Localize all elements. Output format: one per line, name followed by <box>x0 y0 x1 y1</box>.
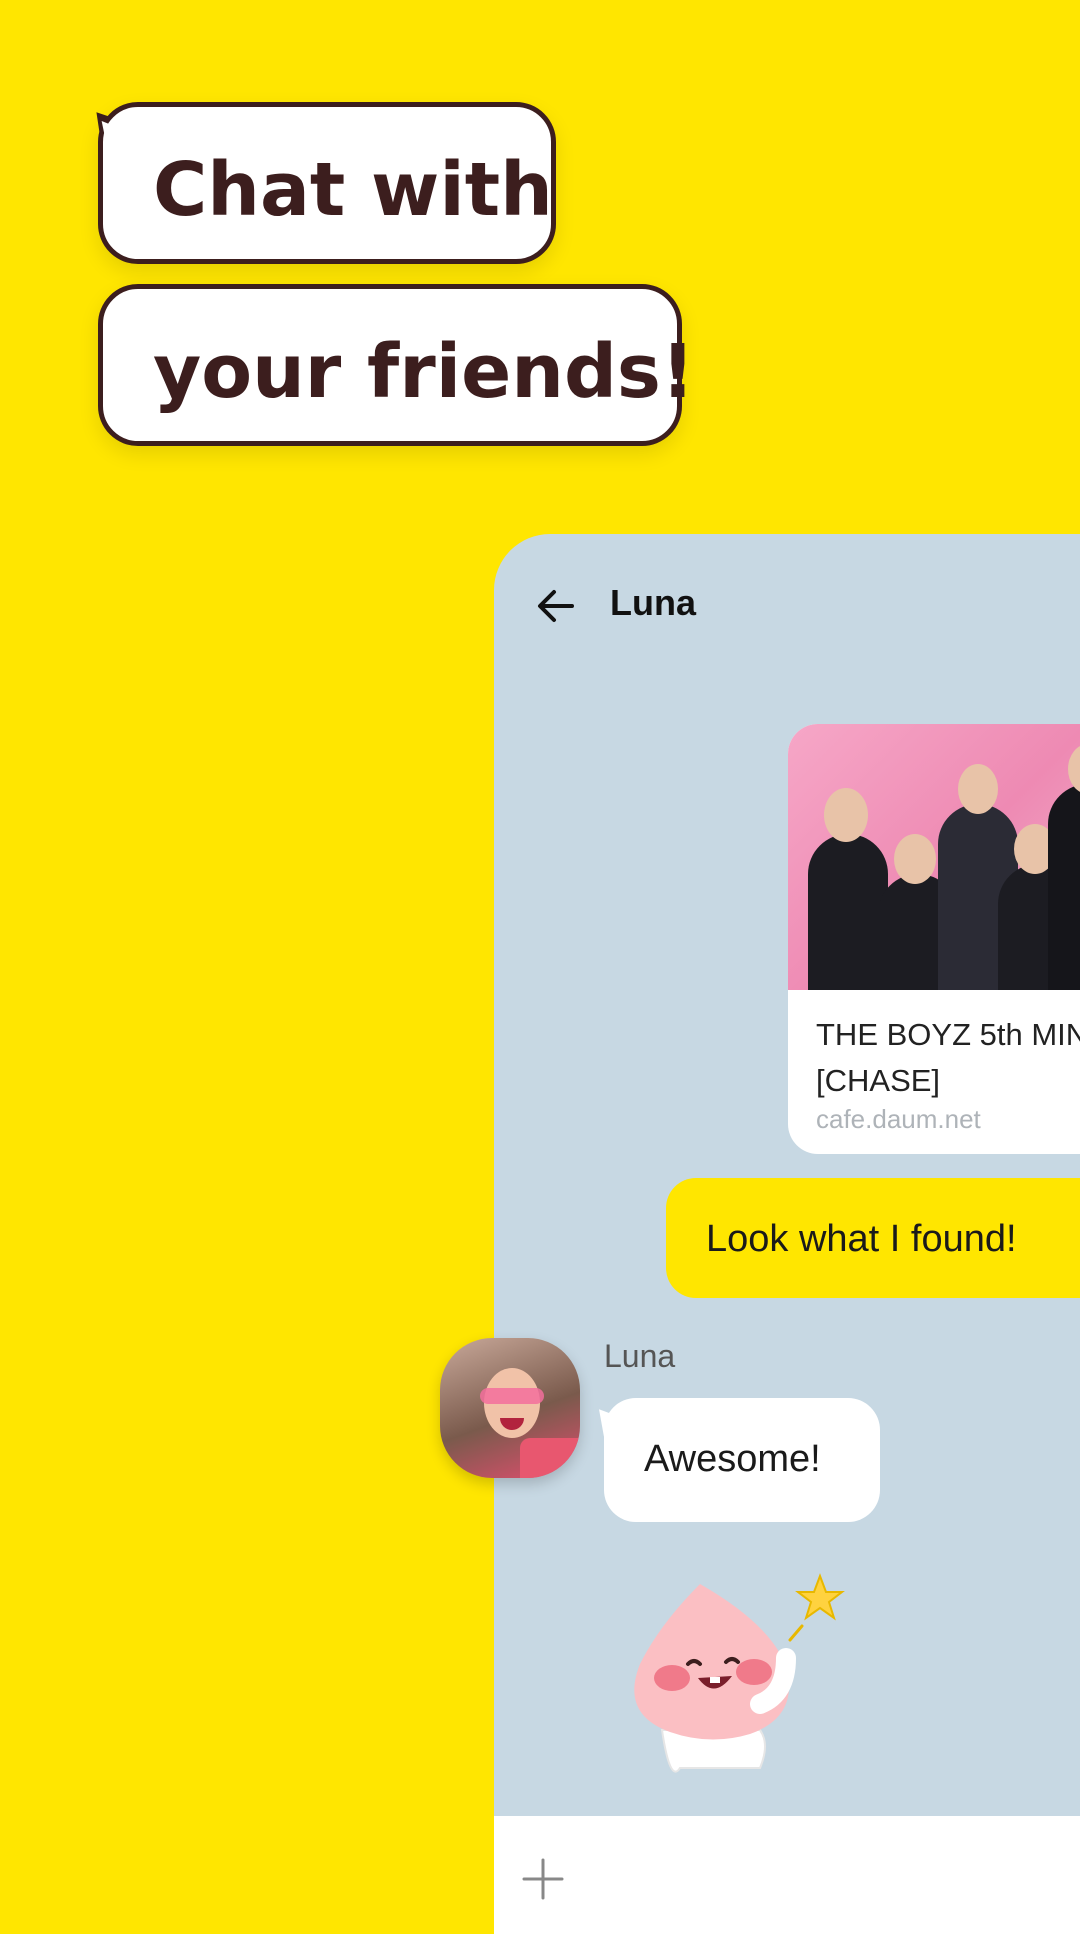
chat-title: Luna <box>610 582 696 623</box>
link-preview-card[interactable]: THE BOYZ 5th MIN [CHASE] cafe.daum.net <box>788 724 1080 1154</box>
avatar[interactable] <box>440 1338 580 1478</box>
headline-line-2: your friends! <box>98 284 695 446</box>
headline-line-1: Chat with <box>98 102 556 264</box>
link-preview-title-line2: [CHASE] <box>816 1063 941 1098</box>
link-preview-image <box>788 724 1080 990</box>
chat-screen: Luna THE BOYZ 5th MIN [CHASE] cafe.daum.… <box>494 534 1080 1934</box>
sent-message-bubble[interactable]: Look what I found! <box>666 1178 1080 1298</box>
link-preview-title: THE BOYZ 5th MIN <box>816 1017 1080 1052</box>
message-input-bar <box>494 1816 1080 1934</box>
link-preview-domain: cafe.daum.net <box>816 1104 981 1134</box>
arrow-left-icon[interactable] <box>532 582 580 630</box>
plus-icon[interactable] <box>520 1856 566 1902</box>
peach-sticker-icon[interactable] <box>610 1554 860 1794</box>
sender-name: Luna <box>604 1338 676 1374</box>
received-message-bubble[interactable]: Awesome! <box>604 1398 880 1522</box>
chat-header: Luna <box>494 534 1080 670</box>
